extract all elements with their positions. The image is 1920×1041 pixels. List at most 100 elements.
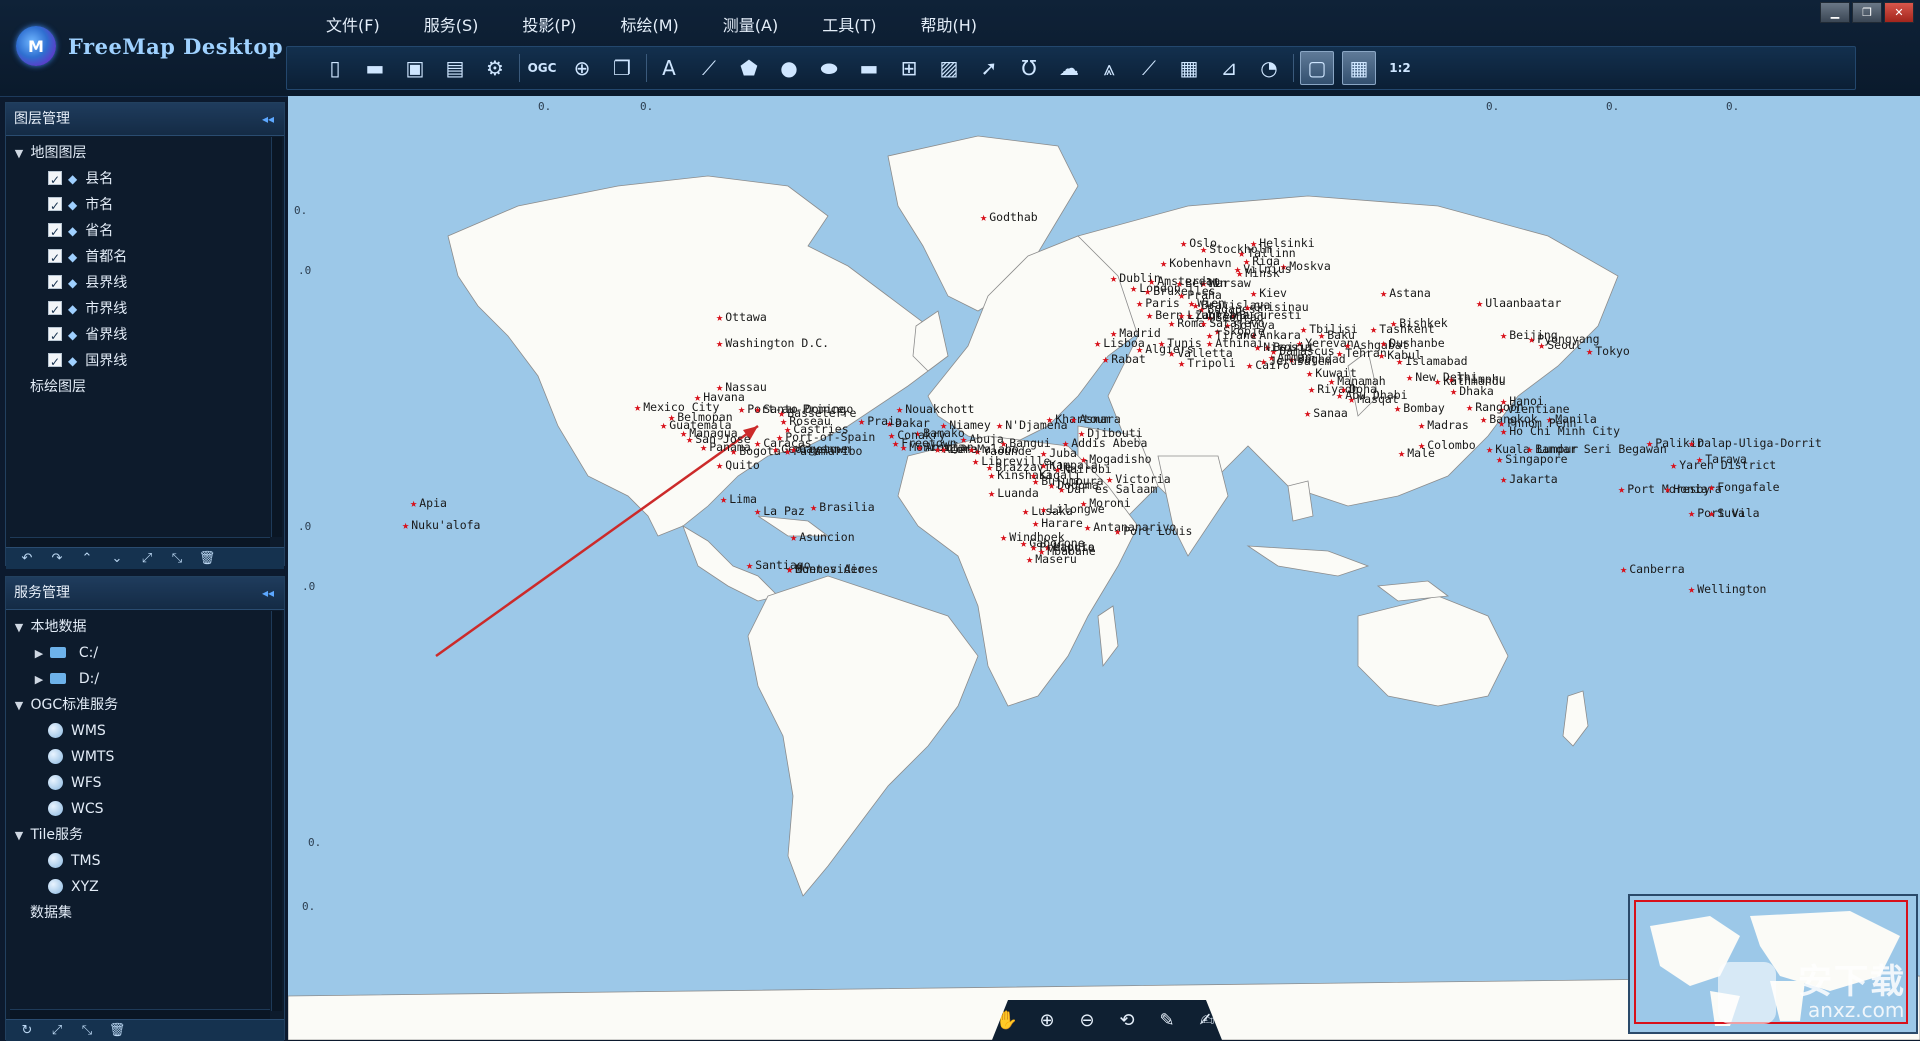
tree-node-wfs[interactable]: WFS [6,770,284,796]
globe-icon[interactable]: ⊕ [566,52,598,84]
city-marker[interactable]: ★ Tallinn [1238,246,1296,260]
city-marker[interactable]: ★ Abu Dhabi [1336,388,1408,402]
expand-icon[interactable]: ⤢ [42,1023,72,1038]
u-arrow-icon[interactable]: Ʊ [1013,52,1045,84]
city-marker[interactable]: ★ Nouakchott [896,402,974,416]
layer-panel-vscrollbar[interactable] [271,137,282,537]
city-marker[interactable]: ★ Chisinau [1244,300,1309,314]
menu-item[interactable]: 投影(P) [508,10,590,38]
city-marker[interactable]: ★ Tirane [1206,328,1257,342]
expanded-triangle-icon[interactable]: ▼ [12,141,26,167]
city-marker[interactable]: ★ Cayenne [790,442,848,456]
text-icon[interactable]: A [653,52,685,84]
city-marker[interactable]: ★ Mogadisho [1080,452,1152,466]
layer-item[interactable]: ◆ 省界线 [6,322,284,349]
menu-item[interactable]: 文件(F) [312,10,394,38]
new-file-icon[interactable]: ▯ [319,52,351,84]
tree-node-tms[interactable]: TMS [6,848,284,874]
city-marker[interactable]: ★ Canberra [1620,562,1685,576]
collapse-panel-icon[interactable]: ◂◂ [262,103,274,135]
measure-area-icon[interactable]: ▦ [1173,52,1205,84]
layer-visibility-checkbox[interactable] [48,245,62,271]
close-button[interactable]: ✕ [1884,2,1914,23]
menu-item[interactable]: 测量(A) [709,10,792,38]
collapsed-triangle-icon[interactable]: ▶ [32,641,46,667]
image-icon[interactable]: ▨ [933,52,965,84]
city-marker[interactable]: ★ Dalap-Uliga-Dorrit [1688,436,1822,450]
layer-visibility-checkbox[interactable] [48,323,62,349]
city-marker[interactable]: ★ Bombay [1394,401,1445,415]
refresh-icon[interactable]: ↻ [12,1023,42,1038]
city-marker[interactable]: ★ Godthab [980,210,1038,224]
city-marker[interactable]: ★ Victoria [1106,472,1171,486]
ogc-icon[interactable]: OGC [526,52,558,84]
layers-icon[interactable]: ❐ [606,52,638,84]
tree-node-wcs[interactable]: WCS [6,796,284,822]
layer-item[interactable]: ◆ 省名 [6,218,284,245]
collapse-panel-icon[interactable]: ◂◂ [262,577,274,609]
crosshair-icon[interactable]: ⊞ [893,52,925,84]
layer-visibility-checkbox[interactable] [48,297,62,323]
settings-gear-icon[interactable]: ⚙ [479,52,511,84]
city-marker[interactable]: ★ Yaren District [1670,458,1776,472]
tree-node-ogc[interactable]: ▼ OGC标准服务 [6,692,284,718]
tree-node-xyz[interactable]: XYZ [6,874,284,900]
city-marker[interactable]: ★ Niamey [940,418,991,432]
city-marker[interactable]: ★ Luanda [988,486,1039,500]
city-marker[interactable]: ★ Madras [1418,418,1469,432]
city-marker[interactable]: ★ Praia [858,414,902,428]
city-marker[interactable]: ★ Harare [1032,516,1083,530]
collapse-icon[interactable]: ⤡ [162,551,192,566]
city-marker[interactable]: ★ Kobenhavn [1160,256,1232,270]
full-extent-icon[interactable]: ⟲ [1114,1010,1140,1031]
city-marker[interactable]: ★ Sarajevo [1200,316,1265,330]
city-marker[interactable]: ★ Wellington [1688,582,1766,596]
minimize-button[interactable]: ▁ [1820,2,1850,23]
compass-icon[interactable]: ◔ [1253,52,1285,84]
redo-icon[interactable]: ↷ [42,551,72,566]
city-marker[interactable]: ★ Jerusalem [1260,354,1332,368]
collapsed-triangle-icon[interactable]: ▶ [32,667,46,693]
city-marker[interactable]: ★ Lilongwe [1040,502,1105,516]
menu-item[interactable]: 帮助(H) [907,10,992,38]
menu-item[interactable]: 标绘(M) [607,10,693,38]
tree-node-drive-d[interactable]: ▶ D:/ [6,666,284,692]
open-folder-icon[interactable]: ▬ [359,52,391,84]
layer-visibility-checkbox[interactable] [48,167,62,193]
tree-node-dataset[interactable]: 数据集 [6,900,284,926]
city-marker[interactable]: ★ Vilnius [1234,262,1292,276]
zoom-out-icon[interactable]: ⊖ [1074,1010,1100,1031]
delete-icon[interactable]: 🗑 [102,1023,132,1038]
city-marker[interactable]: ★ Rangoon [1466,400,1524,414]
city-marker[interactable]: ★ Asuncion [790,530,855,544]
city-marker[interactable]: ★ Seoul [1538,338,1582,352]
expanded-triangle-icon[interactable]: ▼ [12,615,26,641]
city-marker[interactable]: ★ Asmara [1070,412,1121,426]
save-icon[interactable]: ▣ [399,52,431,84]
city-marker[interactable]: ★ Lima [720,492,757,506]
scale-ratio-icon[interactable]: 1:2 [1384,52,1416,84]
edit-icon[interactable]: ✎ [1154,1010,1180,1031]
city-marker[interactable]: ★ Sanaa [1304,406,1348,420]
city-marker[interactable]: ★ Bishkek [1390,316,1448,330]
layer-item[interactable]: ◆ 市界线 [6,296,284,323]
city-marker[interactable]: ★ Port Louis [1114,524,1192,538]
menu-item[interactable]: 工具(T) [808,10,890,38]
expanded-triangle-icon[interactable]: ▼ [12,693,26,719]
polygon-icon[interactable]: ⬟ [733,52,765,84]
city-marker[interactable]: ★ Kathmandu [1434,374,1506,388]
city-marker[interactable]: ★ Astana [1380,286,1431,300]
tree-node-drive-c[interactable]: ▶ C:/ [6,640,284,666]
city-marker[interactable]: ★ Islamabad [1396,354,1468,368]
save-as-icon[interactable]: ▤ [439,52,471,84]
overview-toggle-icon[interactable]: ▢ [1300,51,1334,85]
city-marker[interactable]: ★ Bruxelles [1144,284,1216,298]
measure-distance-icon[interactable]: ⟋ [1133,52,1165,84]
attack-arrow-icon[interactable]: ⩓ [1093,52,1125,84]
undo-icon[interactable]: ↶ [12,551,42,566]
tree-node-map-layers[interactable]: ▼ 地图图层 [6,140,284,166]
city-marker[interactable]: ★ La Paz [754,504,805,518]
delete-icon[interactable]: 🗑 [192,551,222,566]
ellipse-icon[interactable]: ⬬ [813,52,845,84]
restore-button[interactable]: ❐ [1852,2,1882,23]
